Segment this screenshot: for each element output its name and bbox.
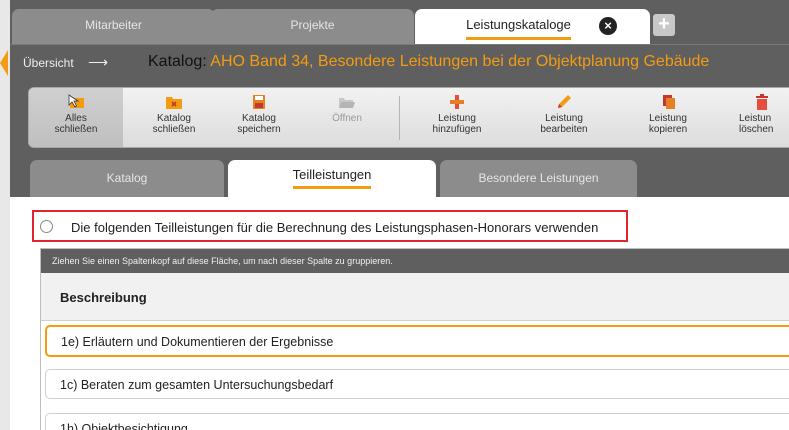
row-text: 1e) Erläutern und Dokumentieren der Erge… [61,335,334,349]
copy-service-label-1: Leistung [649,113,687,124]
column-header-label: Beschreibung [60,290,147,305]
edit-service-button[interactable]: Leistung bearbeiten [524,88,604,147]
copy-service-button[interactable]: Leistung kopieren [632,88,704,147]
edit-service-label-1: Leistung [545,113,583,124]
group-panel-hint[interactable]: Ziehen Sie einen Spaltenkopf auf diese F… [41,249,789,273]
catalog-key: Katalog: [148,53,207,70]
edit-service-label-2: bearbeiten [540,124,588,135]
use-partial-services-label: Die folgenden Teilleistungen für die Ber… [71,220,599,235]
use-partial-services-option[interactable]: Die folgenden Teilleistungen für die Ber… [32,210,628,242]
open-label: Öffnen [332,113,362,124]
tab-projekte[interactable]: Projekte [211,9,414,44]
radio-button[interactable] [40,220,53,233]
breadcrumb-overview-link[interactable]: Übersicht [23,56,74,70]
open-folder-icon [338,94,356,110]
tab-leistungskataloge-label: Leistungskataloge [466,15,571,40]
save-catalog-button[interactable]: Katalog speichern [224,88,294,147]
add-service-label-1: Leistung [438,113,476,124]
row-text: 1c) Beraten zum gesamten Untersuchungsbe… [60,378,334,392]
close-tab-icon[interactable]: × [599,17,617,35]
tab-mitarbeiter[interactable]: Mitarbeiter [12,9,215,44]
open-button[interactable]: Öffnen [312,88,382,147]
close-catalog-icon [165,94,183,110]
close-all-button[interactable]: Alles schließen [29,88,123,147]
add-service-label-2: hinzufügen [432,124,482,135]
add-service-button[interactable]: Leistung hinzufügen [417,88,497,147]
tab-teilleistungen-label: Teilleistungen [292,166,372,189]
close-all-label-2: schließen [54,124,98,135]
copy-icon [659,94,677,110]
close-catalog-button[interactable]: Katalog schließen [139,88,209,147]
catalog-value: AHO Band 34, Besondere Leistungen bei de… [210,53,710,70]
copy-service-label-2: kopieren [648,124,688,135]
table-row[interactable]: 1e) Erläutern und Dokumentieren der Erge… [45,325,789,357]
table-row[interactable]: 1h) Objektbesichtigung [45,413,789,430]
breadcrumb-arrow-icon: ⟶ [88,54,109,70]
close-all-icon [67,94,85,110]
toolbar-separator [399,96,400,140]
partial-services-grid: Ziehen Sie einen Spaltenkopf auf diese F… [40,248,789,430]
add-tab-button[interactable]: + [653,14,675,36]
close-all-label-1: Alles [65,113,87,124]
column-header-beschreibung[interactable]: Beschreibung [41,273,789,321]
toolbar: Alles schließen Katalog schließen Katalo… [28,87,789,148]
tab-leistungskataloge[interactable]: Leistungskataloge × [415,9,650,44]
save-catalog-label-2: speichern [237,124,281,135]
close-catalog-label-2: schließen [152,124,196,135]
save-catalog-label-1: Katalog [242,113,276,124]
tab-besondere-leistungen[interactable]: Besondere Leistungen [440,160,637,197]
table-row[interactable]: 1c) Beraten zum gesamten Untersuchungsbe… [45,369,789,399]
tab-teilleistungen[interactable]: Teilleistungen [228,160,436,197]
plus-icon [448,94,466,110]
breadcrumb: Übersicht ⟶ Katalog: AHO Band 34, Besond… [10,44,789,82]
row-text: 1h) Objektbesichtigung [60,422,188,430]
pencil-icon [555,94,573,110]
close-catalog-label-1: Katalog [157,113,191,124]
delete-service-label-2: löschen [739,124,774,135]
tab-katalog[interactable]: Katalog [30,160,224,197]
delete-service-label-1: Leistun [739,113,772,124]
save-icon [250,94,268,110]
trash-icon [753,94,771,110]
catalog-title: Katalog: AHO Band 34, Besondere Leistung… [148,53,709,71]
delete-service-button[interactable]: Leistun löschen [729,88,789,147]
